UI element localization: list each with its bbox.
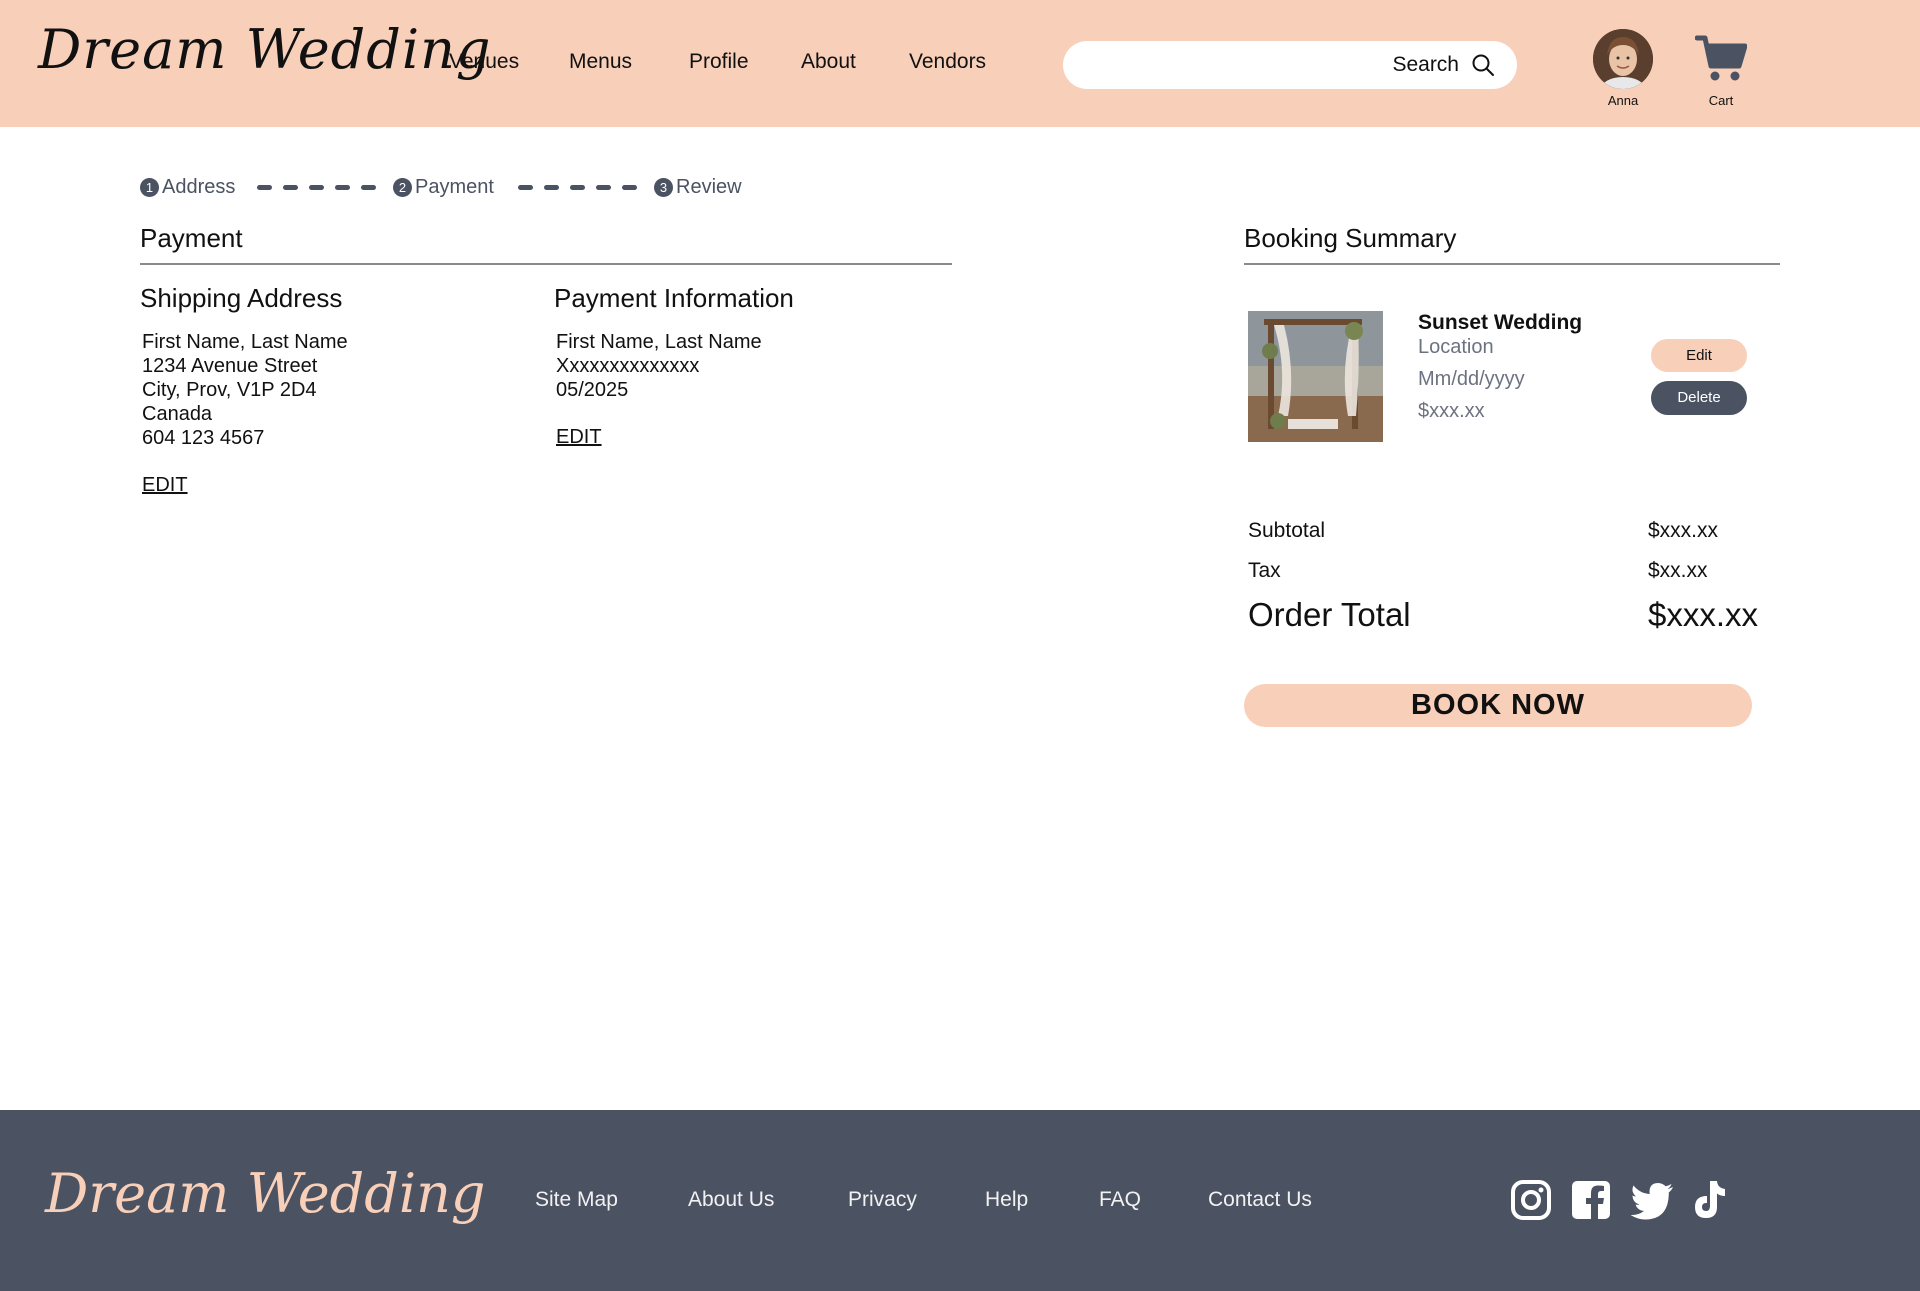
shipping-street: 1234 Avenue Street bbox=[142, 355, 318, 377]
footer-link-faq[interactable]: FAQ bbox=[1099, 1188, 1141, 1212]
card-number: Xxxxxxxxxxxxxx bbox=[556, 355, 700, 377]
edit-payment-link[interactable]: EDIT bbox=[556, 426, 602, 449]
edit-booking-button[interactable]: Edit bbox=[1651, 339, 1747, 372]
card-expiry: 05/2025 bbox=[556, 379, 629, 401]
venue-location: Location bbox=[1418, 336, 1494, 358]
step-payment[interactable]: 2 Payment bbox=[393, 176, 494, 199]
tiktok-icon[interactable] bbox=[1690, 1178, 1728, 1222]
site-footer: Dream Wedding Site Map About Us Privacy … bbox=[0, 1110, 1920, 1291]
nav-venues[interactable]: Venues bbox=[449, 50, 519, 74]
shipping-country: Canada bbox=[142, 403, 213, 425]
nav-vendors[interactable]: Vendors bbox=[909, 50, 986, 74]
nav-menus[interactable]: Menus bbox=[569, 50, 632, 74]
nav-about[interactable]: About bbox=[801, 50, 856, 74]
user-avatar[interactable] bbox=[1593, 29, 1653, 89]
step-connector bbox=[518, 185, 637, 191]
footer-logo[interactable]: Dream Wedding bbox=[45, 1162, 485, 1225]
item-price: $xxx.xx bbox=[1418, 400, 1485, 422]
order-total-value: $xxx.xx bbox=[1648, 596, 1759, 633]
step-label: Address bbox=[162, 176, 236, 198]
footer-link-about-us[interactable]: About Us bbox=[688, 1188, 774, 1212]
tax-label: Tax bbox=[1248, 559, 1281, 582]
avatar-portrait-icon bbox=[1593, 29, 1653, 89]
delete-booking-button[interactable]: Delete bbox=[1651, 381, 1747, 415]
twitter-icon[interactable] bbox=[1629, 1178, 1675, 1222]
booking-summary-title: Booking Summary bbox=[1244, 223, 1457, 253]
payment-info-block: First Name, Last Name Xxxxxxxxxxxxxx 05/… bbox=[556, 330, 762, 402]
footer-link-privacy[interactable]: Privacy bbox=[848, 1188, 917, 1212]
beach-arch-image-icon bbox=[1248, 311, 1383, 442]
footer-link-help[interactable]: Help bbox=[985, 1188, 1028, 1212]
search-label: Search bbox=[1392, 53, 1459, 76]
shipping-address-title: Shipping Address bbox=[140, 283, 343, 313]
step-review[interactable]: 3 Review bbox=[654, 176, 742, 199]
user-name-label: Anna bbox=[1607, 93, 1639, 108]
step-connector bbox=[257, 185, 376, 191]
subtotal-label: Subtotal bbox=[1248, 519, 1326, 542]
payment-info-title: Payment Information bbox=[554, 283, 794, 313]
booking-divider bbox=[1244, 263, 1780, 265]
step-label: Payment bbox=[415, 176, 494, 198]
booking-date: Mm/dd/yyyy bbox=[1418, 368, 1525, 390]
venue-name: Sunset Wedding bbox=[1418, 311, 1583, 334]
payment-title: Payment bbox=[140, 223, 243, 253]
shipping-address-block: First Name, Last Name 1234 Avenue Street… bbox=[142, 330, 348, 450]
footer-link-contact-us[interactable]: Contact Us bbox=[1208, 1188, 1312, 1212]
order-total-label: Order Total bbox=[1248, 596, 1411, 633]
step-number: 1 bbox=[140, 178, 159, 197]
payment-divider bbox=[140, 263, 952, 265]
step-address[interactable]: 1 Address bbox=[140, 176, 235, 199]
edit-shipping-link[interactable]: EDIT bbox=[142, 474, 188, 497]
shipping-name: First Name, Last Name bbox=[142, 331, 348, 353]
facebook-icon[interactable] bbox=[1570, 1178, 1612, 1222]
site-header: Dream Wedding Venues Menus Profile About… bbox=[0, 0, 1920, 127]
subtotal-value: $xxx.xx bbox=[1648, 519, 1719, 542]
nav-profile[interactable]: Profile bbox=[689, 50, 749, 74]
tax-value: $xx.xx bbox=[1648, 559, 1708, 582]
book-now-button[interactable]: BOOK NOW bbox=[1244, 684, 1752, 727]
cart-icon[interactable] bbox=[1695, 34, 1747, 82]
card-holder-name: First Name, Last Name bbox=[556, 331, 762, 353]
footer-link-site-map[interactable]: Site Map bbox=[535, 1188, 618, 1212]
shipping-phone: 604 123 4567 bbox=[142, 427, 265, 449]
cart-label: Cart bbox=[1708, 93, 1734, 108]
step-number: 2 bbox=[393, 178, 412, 197]
search-input[interactable]: Search bbox=[1063, 41, 1517, 89]
search-icon[interactable] bbox=[1471, 53, 1495, 77]
step-label: Review bbox=[676, 176, 742, 198]
shipping-city: City, Prov, V1P 2D4 bbox=[142, 379, 317, 401]
site-logo[interactable]: Dream Wedding bbox=[38, 18, 491, 81]
venue-photo bbox=[1248, 311, 1383, 442]
instagram-icon[interactable] bbox=[1510, 1178, 1552, 1222]
step-number: 3 bbox=[654, 178, 673, 197]
